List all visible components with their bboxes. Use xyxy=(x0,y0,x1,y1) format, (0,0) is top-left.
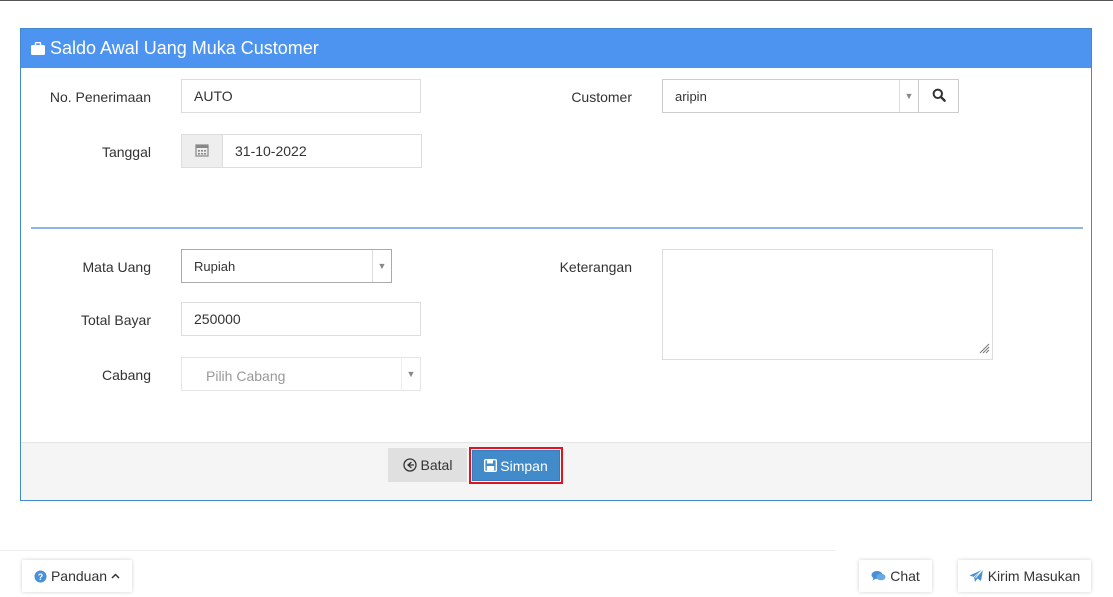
chevron-down-icon: ▼ xyxy=(372,250,391,282)
panel-heading: Saldo Awal Uang Muka Customer xyxy=(21,29,1091,68)
saldo-awal-panel: Saldo Awal Uang Muka Customer No. Peneri… xyxy=(20,28,1092,501)
cabang-placeholder: Pilih Cabang xyxy=(206,368,286,384)
tanggal-input[interactable] xyxy=(222,134,422,168)
simpan-highlight: Simpan xyxy=(469,447,563,484)
tanggal-label: Tanggal xyxy=(101,144,151,160)
panduan-label: Panduan xyxy=(50,568,108,584)
mata-uang-label: Mata Uang xyxy=(82,259,151,275)
calendar-icon xyxy=(195,143,209,160)
customer-select[interactable]: aripin ▼ xyxy=(662,79,919,113)
resize-grip-icon[interactable] xyxy=(978,341,990,357)
total-bayar-input[interactable] xyxy=(181,302,421,336)
cabang-label: Cabang xyxy=(101,367,151,383)
keterangan-label: Keterangan xyxy=(559,259,632,275)
cabang-select[interactable]: Pilih Cabang ▼ xyxy=(181,357,421,391)
svg-text:?: ? xyxy=(38,571,44,581)
batal-label: Batal xyxy=(420,457,453,473)
chat-button[interactable]: Chat xyxy=(859,560,932,592)
arrow-left-circle-icon xyxy=(402,458,417,472)
chat-label: Chat xyxy=(890,568,920,584)
paper-plane-icon xyxy=(969,569,984,583)
keterangan-textarea[interactable] xyxy=(662,249,993,360)
page-title: Saldo Awal Uang Muka Customer xyxy=(50,38,319,58)
bottom-separator xyxy=(0,550,835,551)
kirim-masukan-button[interactable]: Kirim Masukan xyxy=(958,560,1091,592)
simpan-button[interactable]: Simpan xyxy=(472,450,560,481)
calendar-addon[interactable] xyxy=(181,134,223,168)
panel-footer: Batal Simpan xyxy=(21,442,1091,500)
total-bayar-label: Total Bayar xyxy=(80,312,151,328)
simpan-label: Simpan xyxy=(500,457,548,474)
chevron-up-icon xyxy=(111,573,120,579)
mata-uang-value: Rupiah xyxy=(194,258,236,274)
customer-value: aripin xyxy=(675,88,707,104)
customer-label: Customer xyxy=(571,89,632,105)
no-penerimaan-label: No. Penerimaan xyxy=(49,89,151,105)
section-divider xyxy=(31,227,1083,229)
kirim-masukan-label: Kirim Masukan xyxy=(987,568,1081,584)
customer-search-button[interactable] xyxy=(918,79,959,113)
panduan-button[interactable]: ? Panduan xyxy=(22,560,132,592)
floppy-disk-icon xyxy=(484,459,498,472)
briefcase-icon xyxy=(31,42,45,55)
chevron-down-icon: ▼ xyxy=(899,80,918,112)
question-circle-icon: ? xyxy=(34,570,47,583)
batal-button[interactable]: Batal xyxy=(388,448,467,482)
no-penerimaan-input[interactable] xyxy=(181,79,421,113)
mata-uang-select[interactable]: Rupiah ▼ xyxy=(181,249,392,283)
chevron-down-icon: ▼ xyxy=(401,358,420,390)
top-border xyxy=(0,0,1113,1)
chat-bubble-icon xyxy=(871,570,886,582)
search-icon xyxy=(932,88,946,105)
